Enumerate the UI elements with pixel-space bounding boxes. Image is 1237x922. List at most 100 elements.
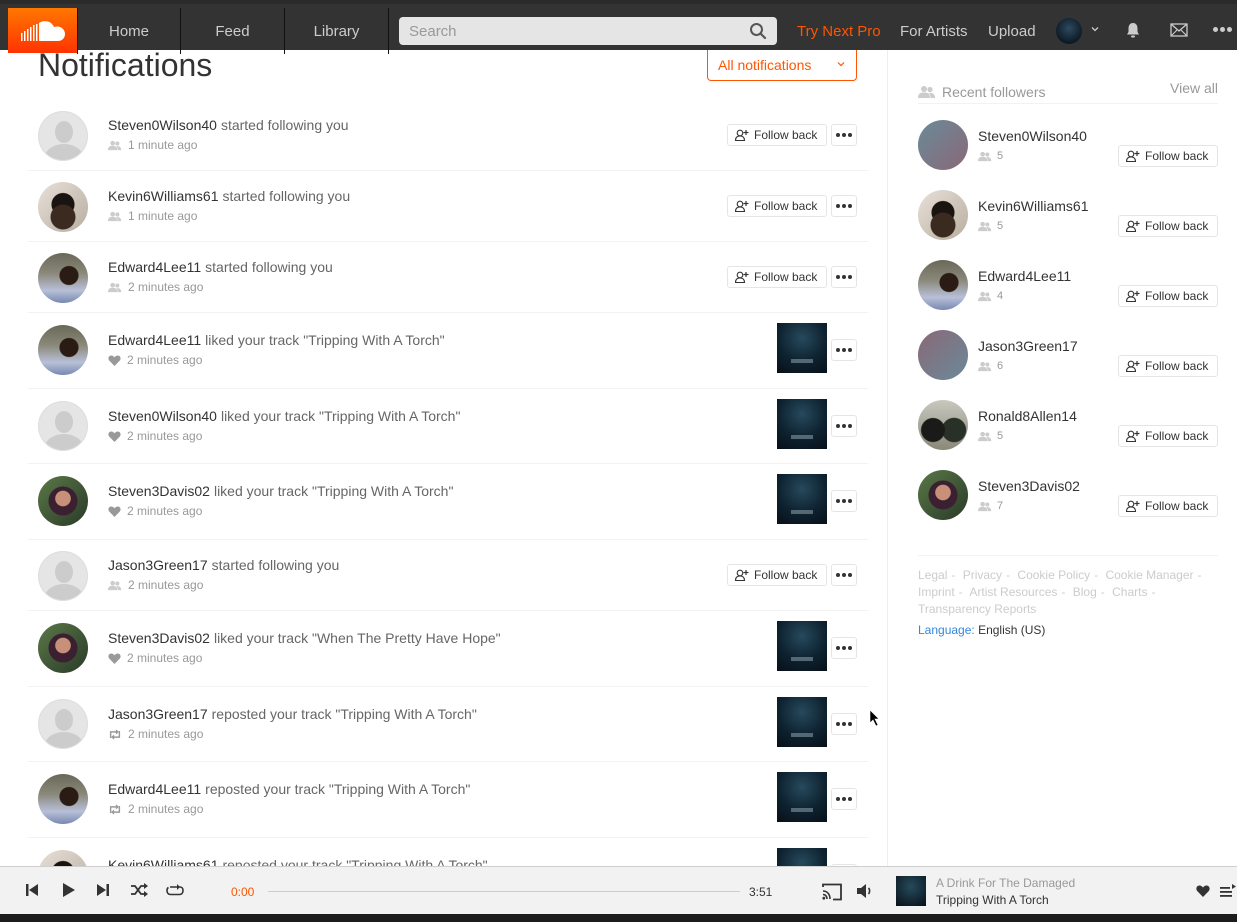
footer-link[interactable]: Legal: [918, 568, 947, 582]
follow-back-button[interactable]: Follow back: [1118, 425, 1218, 447]
progress-bar[interactable]: [268, 891, 740, 892]
notification-filter-dropdown[interactable]: All notifications: [707, 50, 857, 81]
mail-icon[interactable]: [1170, 23, 1188, 37]
more-options-button[interactable]: [831, 490, 857, 512]
follower-avatar[interactable]: [918, 470, 968, 520]
username-link[interactable]: Kevin6Williams61: [108, 188, 218, 204]
username-link[interactable]: Edward4Lee11: [108, 781, 201, 797]
username-link[interactable]: Steven3Davis02: [108, 630, 210, 646]
follower-name[interactable]: Steven3Davis02: [978, 478, 1080, 494]
follower-name[interactable]: Ronald8Allen14: [978, 408, 1077, 424]
soundcloud-logo[interactable]: [8, 8, 77, 53]
username-link[interactable]: Jason3Green17: [108, 706, 208, 722]
username-link[interactable]: Steven0Wilson40: [108, 408, 217, 424]
follower-name[interactable]: Edward4Lee11: [978, 268, 1071, 284]
follower-avatar[interactable]: [918, 190, 968, 240]
upload-link[interactable]: Upload: [988, 8, 1036, 54]
language-label[interactable]: Language:: [918, 623, 975, 637]
shuffle-icon[interactable]: [130, 883, 148, 897]
chevron-down-icon[interactable]: [1090, 24, 1100, 34]
follower-avatar[interactable]: [918, 330, 968, 380]
avatar[interactable]: [38, 182, 88, 232]
more-options-button[interactable]: [831, 637, 857, 659]
now-playing-artist[interactable]: A Drink For The Damaged: [936, 876, 1075, 890]
nav-library[interactable]: Library: [285, 8, 389, 54]
username-link[interactable]: Jason3Green17: [108, 557, 208, 573]
more-options-button[interactable]: [831, 415, 857, 437]
more-options-button[interactable]: [831, 564, 857, 586]
avatar[interactable]: [38, 623, 88, 673]
follow-back-button[interactable]: Follow back: [727, 564, 827, 586]
track-artwork[interactable]: [777, 772, 827, 822]
queue-icon[interactable]: [1220, 884, 1237, 898]
search-input[interactable]: [409, 22, 749, 40]
follower-name[interactable]: Jason3Green17: [978, 338, 1078, 354]
play-icon[interactable]: [61, 883, 75, 897]
track-artwork[interactable]: [777, 474, 827, 524]
footer-link[interactable]: Cookie Manager: [1105, 568, 1193, 582]
username-link[interactable]: Steven0Wilson40: [108, 117, 217, 133]
more-options-button[interactable]: [831, 195, 857, 217]
avatar[interactable]: [38, 325, 88, 375]
follow-back-button[interactable]: Follow back: [727, 195, 827, 217]
track-artwork[interactable]: [777, 399, 827, 449]
footer-link[interactable]: Cookie Policy: [1017, 568, 1090, 582]
search-icon[interactable]: [749, 22, 767, 40]
more-options-icon[interactable]: [1213, 27, 1232, 32]
avatar[interactable]: [38, 401, 88, 451]
username-link[interactable]: Kevin6Williams61: [108, 857, 218, 866]
volume-icon[interactable]: [856, 883, 874, 899]
avatar[interactable]: [38, 699, 88, 749]
username-link[interactable]: Edward4Lee11: [108, 259, 201, 275]
nav-home[interactable]: Home: [77, 8, 181, 54]
try-next-pro-link[interactable]: Try Next Pro: [797, 8, 881, 54]
follow-back-button[interactable]: Follow back: [1118, 285, 1218, 307]
follow-back-button[interactable]: Follow back: [1118, 145, 1218, 167]
avatar[interactable]: [38, 551, 88, 601]
avatar[interactable]: [38, 253, 88, 303]
footer-link[interactable]: Blog: [1073, 585, 1097, 599]
avatar[interactable]: [38, 850, 88, 866]
follow-back-button[interactable]: Follow back: [727, 124, 827, 146]
more-options-button[interactable]: [831, 788, 857, 810]
follower-avatar[interactable]: [918, 120, 968, 170]
user-avatar[interactable]: [1056, 18, 1082, 44]
footer-link[interactable]: Privacy: [963, 568, 1002, 582]
next-track-icon[interactable]: [96, 883, 110, 897]
for-artists-link[interactable]: For Artists: [900, 8, 968, 54]
repeat-icon[interactable]: [166, 883, 184, 897]
bell-icon[interactable]: [1124, 21, 1142, 39]
more-options-button[interactable]: [831, 124, 857, 146]
track-artwork[interactable]: [777, 848, 827, 866]
follow-back-button[interactable]: Follow back: [1118, 215, 1218, 237]
username-link[interactable]: Steven3Davis02: [108, 483, 210, 499]
like-heart-icon[interactable]: [1196, 885, 1210, 897]
avatar[interactable]: [38, 111, 88, 161]
track-artwork[interactable]: [777, 323, 827, 373]
follower-avatar[interactable]: [918, 260, 968, 310]
avatar[interactable]: [38, 476, 88, 526]
track-artwork[interactable]: [777, 697, 827, 747]
avatar[interactable]: [38, 774, 88, 824]
follow-back-button[interactable]: Follow back: [727, 266, 827, 288]
follow-back-button[interactable]: Follow back: [1118, 355, 1218, 377]
footer-link[interactable]: Imprint: [918, 585, 955, 599]
username-link[interactable]: Edward4Lee11: [108, 332, 201, 348]
cast-icon[interactable]: [821, 883, 843, 901]
follower-name[interactable]: Steven0Wilson40: [978, 128, 1087, 144]
follow-back-button[interactable]: Follow back: [1118, 495, 1218, 517]
follower-name[interactable]: Kevin6Williams61: [978, 198, 1088, 214]
follower-avatar[interactable]: [918, 400, 968, 450]
nav-feed[interactable]: Feed: [181, 8, 285, 54]
more-options-button[interactable]: [831, 339, 857, 361]
track-artwork[interactable]: [777, 621, 827, 671]
previous-track-icon[interactable]: [25, 883, 39, 897]
view-all-link[interactable]: View all: [1170, 80, 1218, 96]
now-playing-artwork[interactable]: [896, 876, 926, 906]
more-options-button[interactable]: [831, 713, 857, 735]
footer-link[interactable]: Transparency Reports: [918, 602, 1036, 616]
footer-link[interactable]: Artist Resources: [969, 585, 1057, 599]
footer-link[interactable]: Charts: [1112, 585, 1147, 599]
more-options-button[interactable]: [831, 266, 857, 288]
now-playing-title[interactable]: Tripping With A Torch: [936, 893, 1049, 907]
